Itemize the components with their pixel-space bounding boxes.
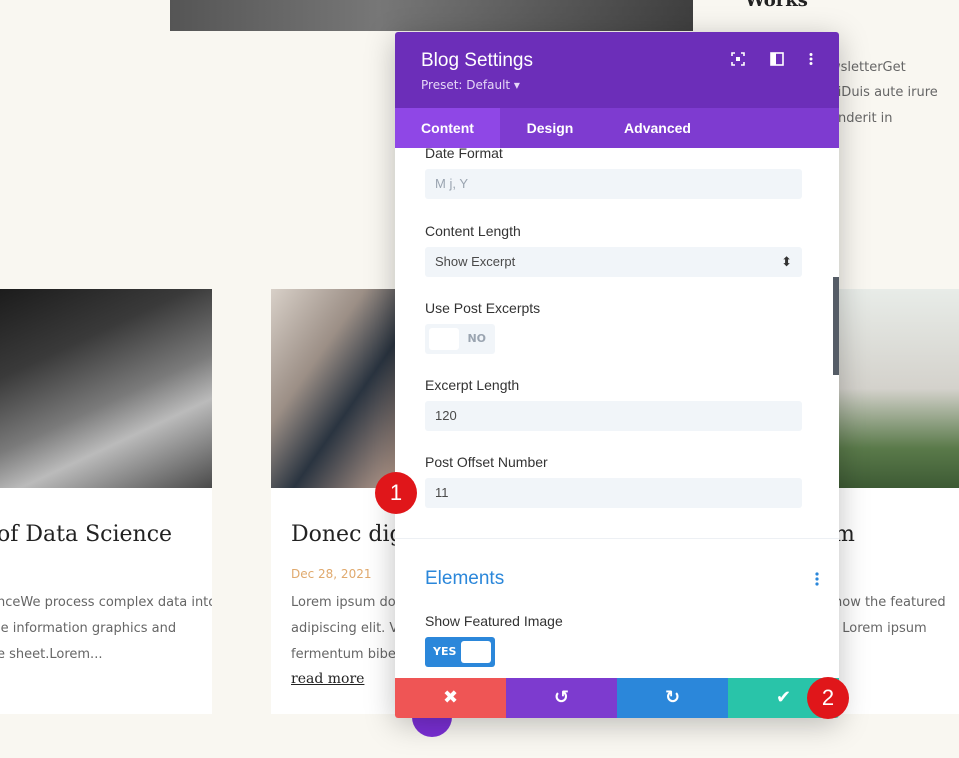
snippet-line: enderit in bbox=[830, 111, 893, 126]
toggle-knob bbox=[461, 641, 491, 663]
select-arrows-icon: ⬍ bbox=[781, 254, 792, 269]
card-excerpt-line: how the featured bbox=[834, 595, 946, 610]
annotation-badge-1: 1 bbox=[375, 472, 417, 514]
undo-icon: ↺ bbox=[553, 687, 570, 708]
featured-image-top bbox=[170, 0, 693, 31]
modal-footer: ✖ ↺ ↻ ✔ bbox=[395, 678, 839, 718]
section-divider bbox=[395, 538, 839, 539]
focus-icon[interactable] bbox=[730, 52, 746, 68]
card-title[interactable]: of Data Science bbox=[0, 522, 172, 547]
use-post-excerpts-toggle[interactable]: NO bbox=[425, 324, 495, 354]
modal-title: Blog Settings bbox=[421, 50, 533, 71]
redo-icon: ↻ bbox=[664, 687, 681, 708]
close-icon: ✖ bbox=[442, 687, 459, 708]
content-length-label: Content Length bbox=[425, 223, 521, 239]
tab-advanced[interactable]: Advanced bbox=[600, 108, 715, 148]
redo-button[interactable]: ↻ bbox=[617, 678, 728, 718]
blog-settings-modal: Blog Settings Preset: Default ▾ Content … bbox=[395, 32, 839, 718]
excerpt-length-label: Excerpt Length bbox=[425, 377, 520, 393]
preset-dropdown[interactable]: Preset: Default ▾ bbox=[421, 78, 520, 92]
card-date: Dec 28, 2021 bbox=[291, 567, 372, 581]
split-view-icon[interactable] bbox=[769, 52, 785, 68]
settings-tabs: Content Design Advanced bbox=[395, 108, 839, 148]
blog-card: of Data Science nceWe process complex da… bbox=[0, 289, 212, 714]
modal-header[interactable]: Blog Settings Preset: Default ▾ bbox=[395, 32, 839, 108]
elements-section-title[interactable]: Elements bbox=[425, 568, 504, 590]
card-featured-image[interactable] bbox=[0, 289, 212, 488]
cancel-button[interactable]: ✖ bbox=[395, 678, 506, 718]
card-excerpt-line: nceWe process complex data into bbox=[0, 595, 212, 610]
card-featured-image[interactable] bbox=[834, 289, 959, 488]
snippet-line: viDuis aute irure bbox=[830, 85, 938, 100]
date-format-label: Date Format bbox=[425, 148, 503, 161]
content-length-select[interactable]: Show Excerpt ⬍ bbox=[425, 247, 802, 277]
use-post-excerpts-label: Use Post Excerpts bbox=[425, 300, 541, 316]
tab-content[interactable]: Content bbox=[395, 108, 500, 148]
toggle-knob bbox=[429, 328, 459, 350]
snippet-line: wsletterGet bbox=[830, 60, 906, 75]
section-heading: Works bbox=[745, 0, 808, 11]
card-excerpt-line: le information graphics and bbox=[0, 621, 177, 636]
checkmark-icon: ✔ bbox=[775, 687, 792, 708]
toggle-state-label: YES bbox=[433, 645, 457, 658]
modal-scrollbar[interactable] bbox=[833, 277, 839, 375]
toggle-state-label: NO bbox=[467, 332, 486, 345]
card-excerpt-line: fermentum bibenc bbox=[291, 647, 401, 662]
card-excerpt-line: Lorem ipsum dolo bbox=[291, 595, 401, 610]
card-excerpt-line: . Lorem ipsum bbox=[834, 621, 927, 636]
undo-button[interactable]: ↺ bbox=[506, 678, 617, 718]
settings-body[interactable]: Date Format M j, Y Content Length Show E… bbox=[395, 148, 839, 678]
read-more-link[interactable]: read more bbox=[291, 671, 364, 687]
show-featured-image-label: Show Featured Image bbox=[425, 613, 563, 629]
date-format-input[interactable]: M j, Y bbox=[425, 169, 802, 199]
section-menu-icon[interactable] bbox=[815, 572, 819, 590]
blog-card: m how the featured . Lorem ipsum bbox=[834, 289, 959, 714]
card-featured-image[interactable] bbox=[271, 289, 401, 488]
tab-design[interactable]: Design bbox=[500, 108, 600, 148]
card-title[interactable]: Donec dig bbox=[291, 522, 401, 547]
annotation-badge-2: 2 bbox=[807, 677, 849, 719]
post-offset-input[interactable]: 11 bbox=[425, 478, 802, 508]
more-vertical-icon[interactable] bbox=[803, 52, 819, 68]
card-excerpt-line: e sheet.Lorem... bbox=[0, 647, 103, 662]
post-offset-label: Post Offset Number bbox=[425, 454, 548, 470]
excerpt-length-input[interactable]: 120 bbox=[425, 401, 802, 431]
card-excerpt-line: adipiscing elit. Viv bbox=[291, 621, 401, 636]
show-featured-image-toggle[interactable]: YES bbox=[425, 637, 495, 667]
content-length-value: Show Excerpt bbox=[435, 254, 516, 269]
